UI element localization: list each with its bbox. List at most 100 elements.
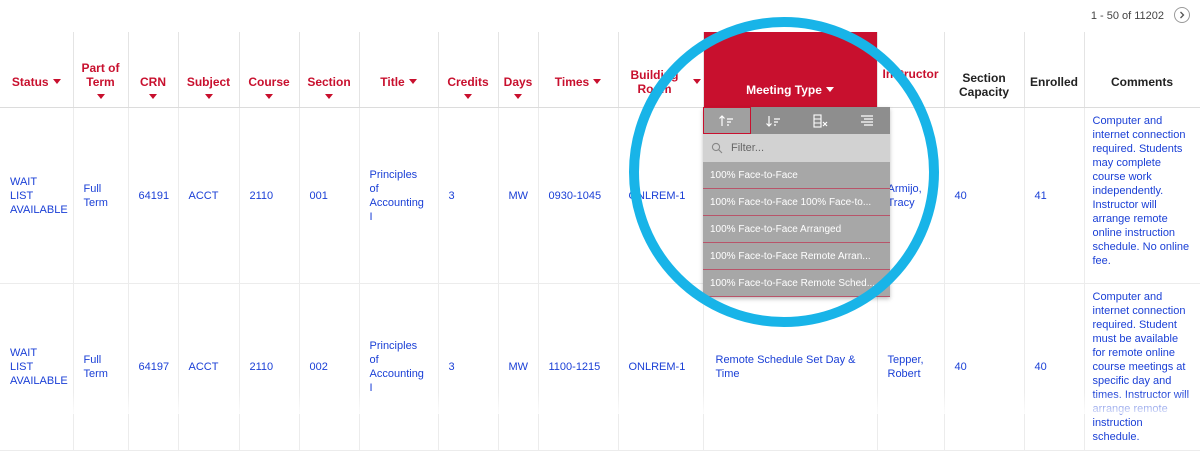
cell-comments: Computer and internet connection require… xyxy=(1084,283,1200,451)
caret-down-icon xyxy=(265,94,273,99)
col-header-status[interactable]: Status xyxy=(0,32,74,108)
cell-subject: ACCT xyxy=(178,283,240,451)
filter-input[interactable] xyxy=(729,141,873,155)
sort-ascending-button[interactable] xyxy=(703,107,752,134)
caret-down-icon xyxy=(692,79,701,84)
filter-option[interactable]: 100% Face-to-Face Arranged xyxy=(703,216,890,243)
cell-credits: 3 xyxy=(438,107,499,284)
col-header-section[interactable]: Section xyxy=(299,32,360,108)
caret-down-icon xyxy=(325,94,333,99)
cell-section: 002 xyxy=(299,283,360,451)
col-header-instructor[interactable]: Instructor xyxy=(877,32,945,108)
filter-option-label: 100% Face-to-Face Remote Arran... xyxy=(710,250,871,262)
col-header-part-of-term[interactable]: Part of Term xyxy=(73,32,129,108)
col-header-label: Building Room xyxy=(630,67,679,96)
clear-filter-icon xyxy=(813,113,828,128)
next-page-button[interactable] xyxy=(1174,7,1190,23)
cell-part-of-term: Full Term xyxy=(73,107,129,284)
filter-box xyxy=(703,134,890,162)
cell-title: Principles of Accounting I xyxy=(359,107,439,284)
cell-section-capacity: 40 xyxy=(944,107,1025,284)
caret-down-icon xyxy=(204,94,213,99)
column-align-icon xyxy=(860,114,873,126)
cell-meeting-type: Remote Schedule Set Day & Time xyxy=(703,283,878,451)
column-align-button[interactable] xyxy=(844,107,890,134)
cell-course: 2110 xyxy=(239,283,300,451)
col-header-label: Section xyxy=(307,75,351,89)
cell-status: WAIT LIST AVAILABLE xyxy=(0,283,74,451)
col-header-label: Times xyxy=(554,74,590,89)
col-header-label: Part of Term xyxy=(81,61,120,89)
col-header-times[interactable]: Times xyxy=(538,32,619,108)
col-header-comments: Comments xyxy=(1084,32,1200,108)
col-header-label: Enrolled xyxy=(1029,74,1078,89)
col-header-label: Section Capacity xyxy=(958,71,1010,99)
cell-comments: Computer and internet connection require… xyxy=(1084,107,1200,284)
col-header-label: Days xyxy=(503,75,533,89)
caret-down-icon xyxy=(408,79,417,84)
cell-enrolled: 40 xyxy=(1024,283,1085,451)
cell-credits: 3 xyxy=(438,283,499,451)
sort-descending-button[interactable] xyxy=(751,107,797,134)
pagination-bar: 1 - 50 of 11202 xyxy=(0,0,1200,33)
header-row: Status Part of Term CRN Subject Course S… xyxy=(0,32,1200,108)
filter-option-label: 100% Face-to-Face 100% Face-to... xyxy=(710,196,872,208)
cell-times: 1100-1215 xyxy=(538,283,619,451)
caret-down-icon xyxy=(464,94,472,99)
col-header-days[interactable]: Days xyxy=(498,32,539,108)
col-header-label: Status xyxy=(11,74,49,89)
cell-days: MW xyxy=(498,107,539,284)
col-header-meeting-type[interactable]: Meeting Type xyxy=(703,32,878,108)
col-header-crn[interactable]: CRN xyxy=(128,32,179,108)
search-icon xyxy=(711,142,723,154)
filter-option-label: 100% Face-to-Face Remote Sched... xyxy=(710,277,876,289)
caret-down-icon xyxy=(52,79,61,84)
sort-descending-icon xyxy=(766,115,781,127)
table-row: WAIT LIST AVAILABLE Full Term 64197 ACCT… xyxy=(0,283,1200,451)
filter-option[interactable]: 100% Face-to-Face 100% Face-to... xyxy=(703,189,890,216)
filter-option-label: 100% Face-to-Face Arranged xyxy=(710,223,842,235)
col-header-label: Instructor xyxy=(882,67,939,81)
cell-crn: 64191 xyxy=(128,107,179,284)
caret-down-icon xyxy=(96,94,105,99)
caret-down-icon xyxy=(593,79,602,84)
col-header-title[interactable]: Title xyxy=(359,32,439,108)
pagination-range: 1 - 50 of 11202 xyxy=(1090,10,1164,22)
table-row: WAIT LIST AVAILABLE Full Term 64191 ACCT… xyxy=(0,107,1200,284)
filter-option[interactable]: 100% Face-to-Face xyxy=(703,162,890,189)
cell-instructor: Tepper, Robert xyxy=(877,283,945,451)
col-header-label: Title xyxy=(380,74,405,89)
cell-days: MW xyxy=(498,283,539,451)
cell-part-of-term: Full Term xyxy=(73,283,129,451)
col-header-label: Comments xyxy=(1110,74,1173,89)
col-header-building-room[interactable]: Building Room xyxy=(618,32,704,108)
cell-status: WAIT LIST AVAILABLE xyxy=(0,107,74,284)
cell-building-room: ONLREM-1 xyxy=(618,283,704,451)
cell-title: Principles of Accounting I xyxy=(359,283,439,451)
meeting-type-column-menu: 100% Face-to-Face 100% Face-to-Face 100%… xyxy=(703,107,890,297)
caret-down-icon xyxy=(514,94,522,99)
col-header-credits[interactable]: Credits xyxy=(438,32,499,108)
cell-building-room: ONLREM-1 xyxy=(618,107,704,284)
filter-option[interactable]: 100% Face-to-Face Remote Arran... xyxy=(703,243,890,270)
cell-times: 0930-1045 xyxy=(538,107,619,284)
col-header-section-capacity: Section Capacity xyxy=(944,32,1025,108)
cell-crn: 64197 xyxy=(128,283,179,451)
cell-enrolled: 41 xyxy=(1024,107,1085,284)
caret-down-icon xyxy=(149,94,157,99)
col-header-label: Credits xyxy=(447,75,489,89)
col-header-label: Meeting Type xyxy=(746,83,822,97)
filter-option-label: 100% Face-to-Face xyxy=(710,169,798,181)
column-menu-toolbar xyxy=(703,107,890,134)
col-header-enrolled: Enrolled xyxy=(1024,32,1085,108)
clear-filter-button[interactable] xyxy=(798,107,844,134)
cell-course: 2110 xyxy=(239,107,300,284)
filter-option[interactable]: 100% Face-to-Face Remote Sched... xyxy=(703,270,890,297)
cell-subject: ACCT xyxy=(178,107,240,284)
col-header-subject[interactable]: Subject xyxy=(178,32,240,108)
cell-section-capacity: 40 xyxy=(944,283,1025,451)
chevron-right-icon xyxy=(1180,11,1185,19)
col-header-course[interactable]: Course xyxy=(239,32,300,108)
col-header-label: CRN xyxy=(140,75,166,89)
caret-down-icon xyxy=(825,87,834,92)
